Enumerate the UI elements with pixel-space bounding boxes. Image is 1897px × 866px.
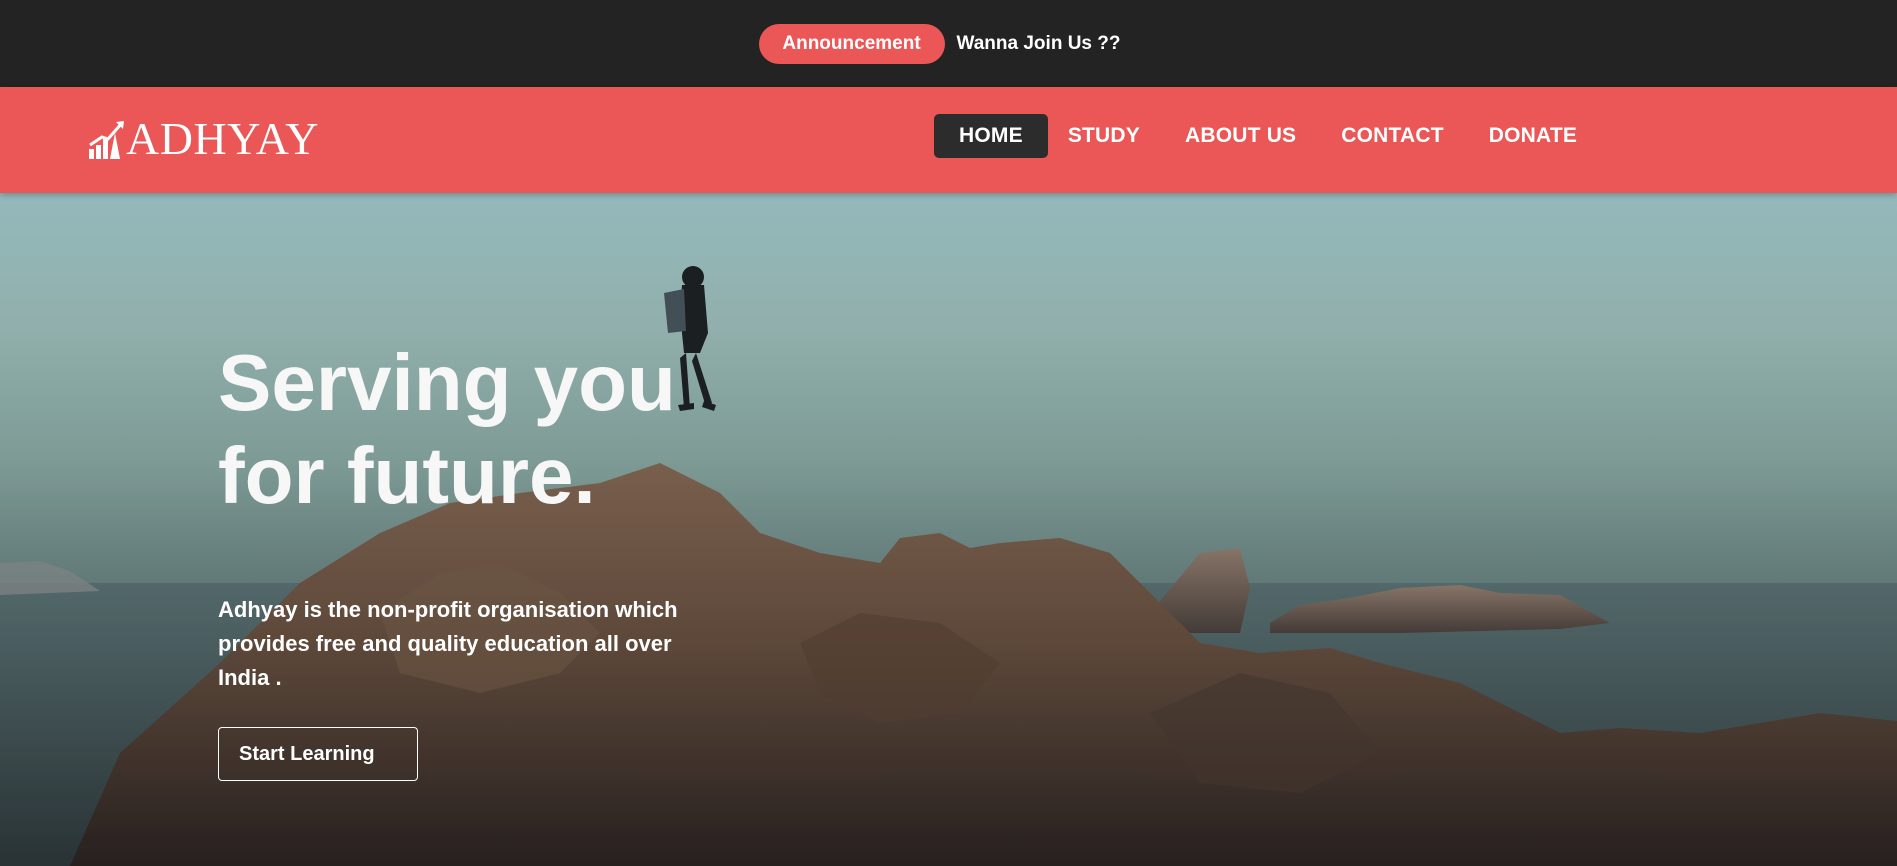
nav-donate[interactable]: DONATE	[1489, 114, 1577, 158]
site-logo[interactable]: ADHYAY	[88, 113, 319, 164]
nav-study[interactable]: STUDY	[1068, 114, 1140, 158]
announcement-text[interactable]: Wanna Join Us ??	[957, 33, 1121, 55]
hero-title-line2: for future.	[218, 431, 596, 520]
main-nav: HOME STUDY ABOUT US CONTACT DONATE	[934, 114, 1577, 158]
announcement-bar: Announcement Wanna Join Us ??	[0, 0, 1897, 87]
nav-contact[interactable]: CONTACT	[1341, 114, 1444, 158]
nav-about-us[interactable]: ABOUT US	[1185, 114, 1296, 158]
hero-title: Serving you for future.	[218, 336, 778, 522]
logo-text: ADHYAY	[126, 113, 319, 164]
hero-title-line1: Serving you	[218, 338, 676, 427]
start-learning-button[interactable]: Start Learning	[218, 727, 418, 781]
hero-section: Serving you for future. Adhyay is the no…	[0, 193, 1897, 866]
nav-home[interactable]: HOME	[934, 114, 1048, 158]
hero-description: Adhyay is the non-profit organisation wh…	[218, 597, 678, 690]
announcement-badge[interactable]: Announcement	[758, 23, 945, 64]
site-header: ADHYAY HOME STUDY ABOUT US CONTACT DONAT…	[0, 87, 1897, 193]
growth-chart-icon	[89, 121, 124, 159]
